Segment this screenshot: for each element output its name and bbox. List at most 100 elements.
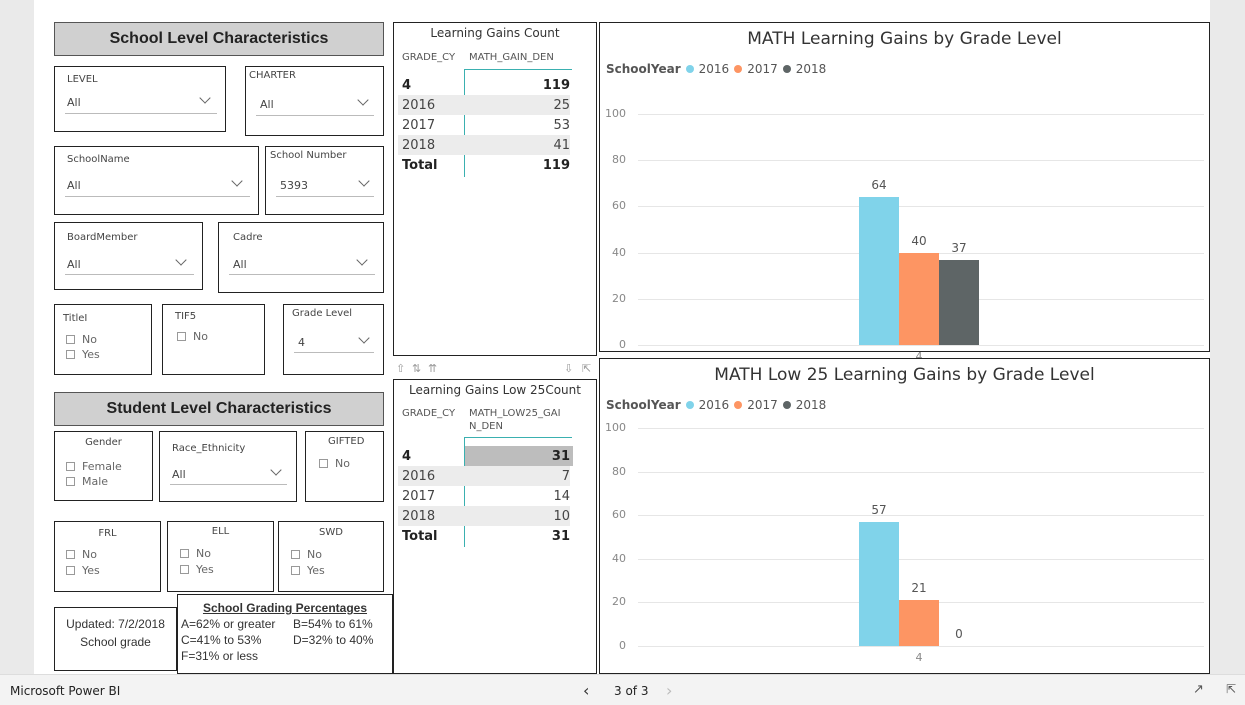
grade-level-value[interactable]: 4 (298, 336, 305, 349)
charter-label: CHARTER (249, 70, 296, 81)
swd-slicer[interactable]: SWD No Yes (278, 521, 384, 592)
chevron-down-icon[interactable] (358, 332, 370, 344)
level-value[interactable]: All (67, 96, 81, 109)
swd-yes-checkbox[interactable]: Yes (291, 563, 325, 577)
schoolname-value[interactable]: All (67, 179, 81, 192)
tif5-slicer[interactable]: TIF5 No (162, 304, 265, 375)
table-total-row[interactable]: Total 119 (398, 155, 570, 175)
gender-slicer[interactable]: Gender Female Male (54, 431, 153, 501)
titlei-label: TitleI (63, 313, 88, 324)
race-ethnicity-slicer[interactable]: Race_Ethnicity All (159, 431, 297, 502)
frl-no-checkbox[interactable]: No (66, 547, 97, 561)
titlei-yes-checkbox[interactable]: Yes (66, 347, 100, 361)
schoolname-slicer[interactable]: SchoolName All (54, 146, 259, 215)
charter-slicer[interactable]: CHARTER All (245, 66, 384, 136)
table-row[interactable]: 2016 7 (398, 466, 570, 486)
drill-down-icon[interactable]: ⇩ (564, 362, 573, 375)
chevron-down-icon[interactable] (356, 254, 368, 266)
updated-card: Updated: 7/2/2018 School grade (54, 607, 177, 671)
charter-value[interactable]: All (260, 98, 274, 111)
column-header-math-gain[interactable]: MATH_GAIN_DEN (469, 52, 554, 63)
titlei-no-checkbox[interactable]: No (66, 332, 97, 346)
level-slicer[interactable]: LEVEL All (54, 66, 226, 132)
school-level-header: School Level Characteristics (54, 22, 384, 56)
bar-2017[interactable] (899, 252, 939, 345)
math-learning-gains-chart[interactable]: MATH Learning Gains by Grade Level Schoo… (599, 22, 1210, 363)
column-header-grade[interactable]: GRADE_CY (402, 52, 455, 63)
table-row[interactable]: 2018 10 (398, 506, 570, 526)
table-row[interactable]: 2017 14 (398, 486, 570, 506)
gifted-no-checkbox[interactable]: No (319, 456, 350, 470)
grade-d: D=32% to 40% (293, 633, 374, 647)
boardmember-value[interactable]: All (67, 258, 81, 271)
row-key: 4 (402, 77, 412, 93)
column-header-math-low25-cont[interactable]: N_DEN (469, 421, 503, 432)
tif5-no-checkbox[interactable]: No (177, 329, 208, 343)
header-underline (464, 437, 572, 438)
x-category-label: 4 (915, 651, 923, 664)
titlei-slicer[interactable]: TitleI No Yes (54, 304, 152, 375)
y-tick-label: 40 (612, 552, 626, 565)
column-header-grade[interactable]: GRADE_CY (402, 408, 455, 419)
table-row[interactable]: 2017 53 (398, 115, 570, 135)
expand-all-icon[interactable]: ⇅ (412, 362, 421, 375)
data-label: 0 (955, 627, 963, 641)
drill-up-icon[interactable]: ⇧ (396, 362, 405, 375)
race-value[interactable]: All (172, 468, 186, 481)
frl-yes-checkbox[interactable]: Yes (66, 563, 100, 577)
cadre-value[interactable]: All (233, 258, 247, 271)
checkbox-icon (66, 461, 75, 471)
table-title: Learning Gains Count (430, 26, 560, 40)
school-number-slicer[interactable]: School Number 5393 (265, 146, 384, 215)
table-row[interactable]: 4 31 (398, 446, 570, 466)
swd-no-checkbox[interactable]: No (291, 547, 322, 561)
gender-male-checkbox[interactable]: Male (66, 474, 108, 488)
share-icon[interactable]: ↗ (1193, 682, 1204, 697)
gridline (638, 646, 1204, 647)
next-page-icon[interactable]: › (666, 681, 672, 700)
data-label: 40 (911, 233, 927, 248)
checkbox-label: Female (82, 459, 122, 473)
grading-percentages-card: School Grading Percentages A=62% or grea… (177, 594, 393, 674)
table-row[interactable]: 2018 41 (398, 135, 570, 155)
gifted-slicer[interactable]: GIFTED No (305, 431, 384, 502)
ell-no-checkbox[interactable]: No (180, 546, 211, 560)
fullscreen-icon[interactable]: ⇱ (1226, 682, 1236, 696)
chevron-down-icon[interactable] (231, 175, 243, 187)
frl-slicer[interactable]: FRL No Yes (54, 521, 161, 592)
chevron-down-icon[interactable] (175, 254, 187, 266)
grading-title: School Grading Percentages (202, 601, 368, 615)
gender-female-checkbox[interactable]: Female (66, 459, 122, 473)
bar-2016[interactable] (859, 197, 899, 345)
ell-yes-checkbox[interactable]: Yes (180, 562, 214, 576)
table-row[interactable]: 2016 25 (398, 95, 570, 115)
checkbox-label: No (335, 456, 350, 470)
math-low25-learning-gains-chart[interactable]: MATH Low 25 Learning Gains by Grade Leve… (599, 358, 1210, 674)
school-number-value[interactable]: 5393 (280, 179, 308, 192)
checkbox-label: Yes (307, 563, 325, 577)
cadre-slicer[interactable]: Cadre All (218, 222, 384, 293)
row-value: 14 (553, 488, 570, 504)
chevron-down-icon[interactable] (270, 464, 282, 476)
school-number-label: School Number (270, 150, 347, 161)
column-header-math-low25[interactable]: MATH_LOW25_GAI (469, 408, 561, 419)
grade-level-slicer[interactable]: Grade Level 4 (283, 304, 384, 375)
bar-2016[interactable] (859, 521, 899, 646)
tif5-label: TIF5 (175, 311, 197, 322)
divider (65, 274, 194, 275)
prev-page-icon[interactable]: ‹ (583, 681, 589, 700)
table-row[interactable]: 4 119 (398, 75, 570, 95)
gridline (638, 559, 1204, 560)
gender-label: Gender (85, 437, 122, 448)
focus-mode-icon[interactable]: ⇱ (582, 362, 591, 375)
boardmember-slicer[interactable]: BoardMember All (54, 222, 203, 290)
divider (276, 196, 374, 197)
expand-next-icon[interactable]: ⇈ (428, 362, 437, 375)
chevron-down-icon[interactable] (199, 92, 211, 104)
bar-2017[interactable] (899, 600, 939, 646)
chevron-down-icon[interactable] (358, 175, 370, 187)
ell-slicer[interactable]: ELL No Yes (167, 521, 274, 592)
table-total-row[interactable]: Total 31 (398, 526, 570, 546)
chevron-down-icon[interactable] (357, 94, 369, 106)
bar-2018[interactable] (939, 259, 979, 345)
